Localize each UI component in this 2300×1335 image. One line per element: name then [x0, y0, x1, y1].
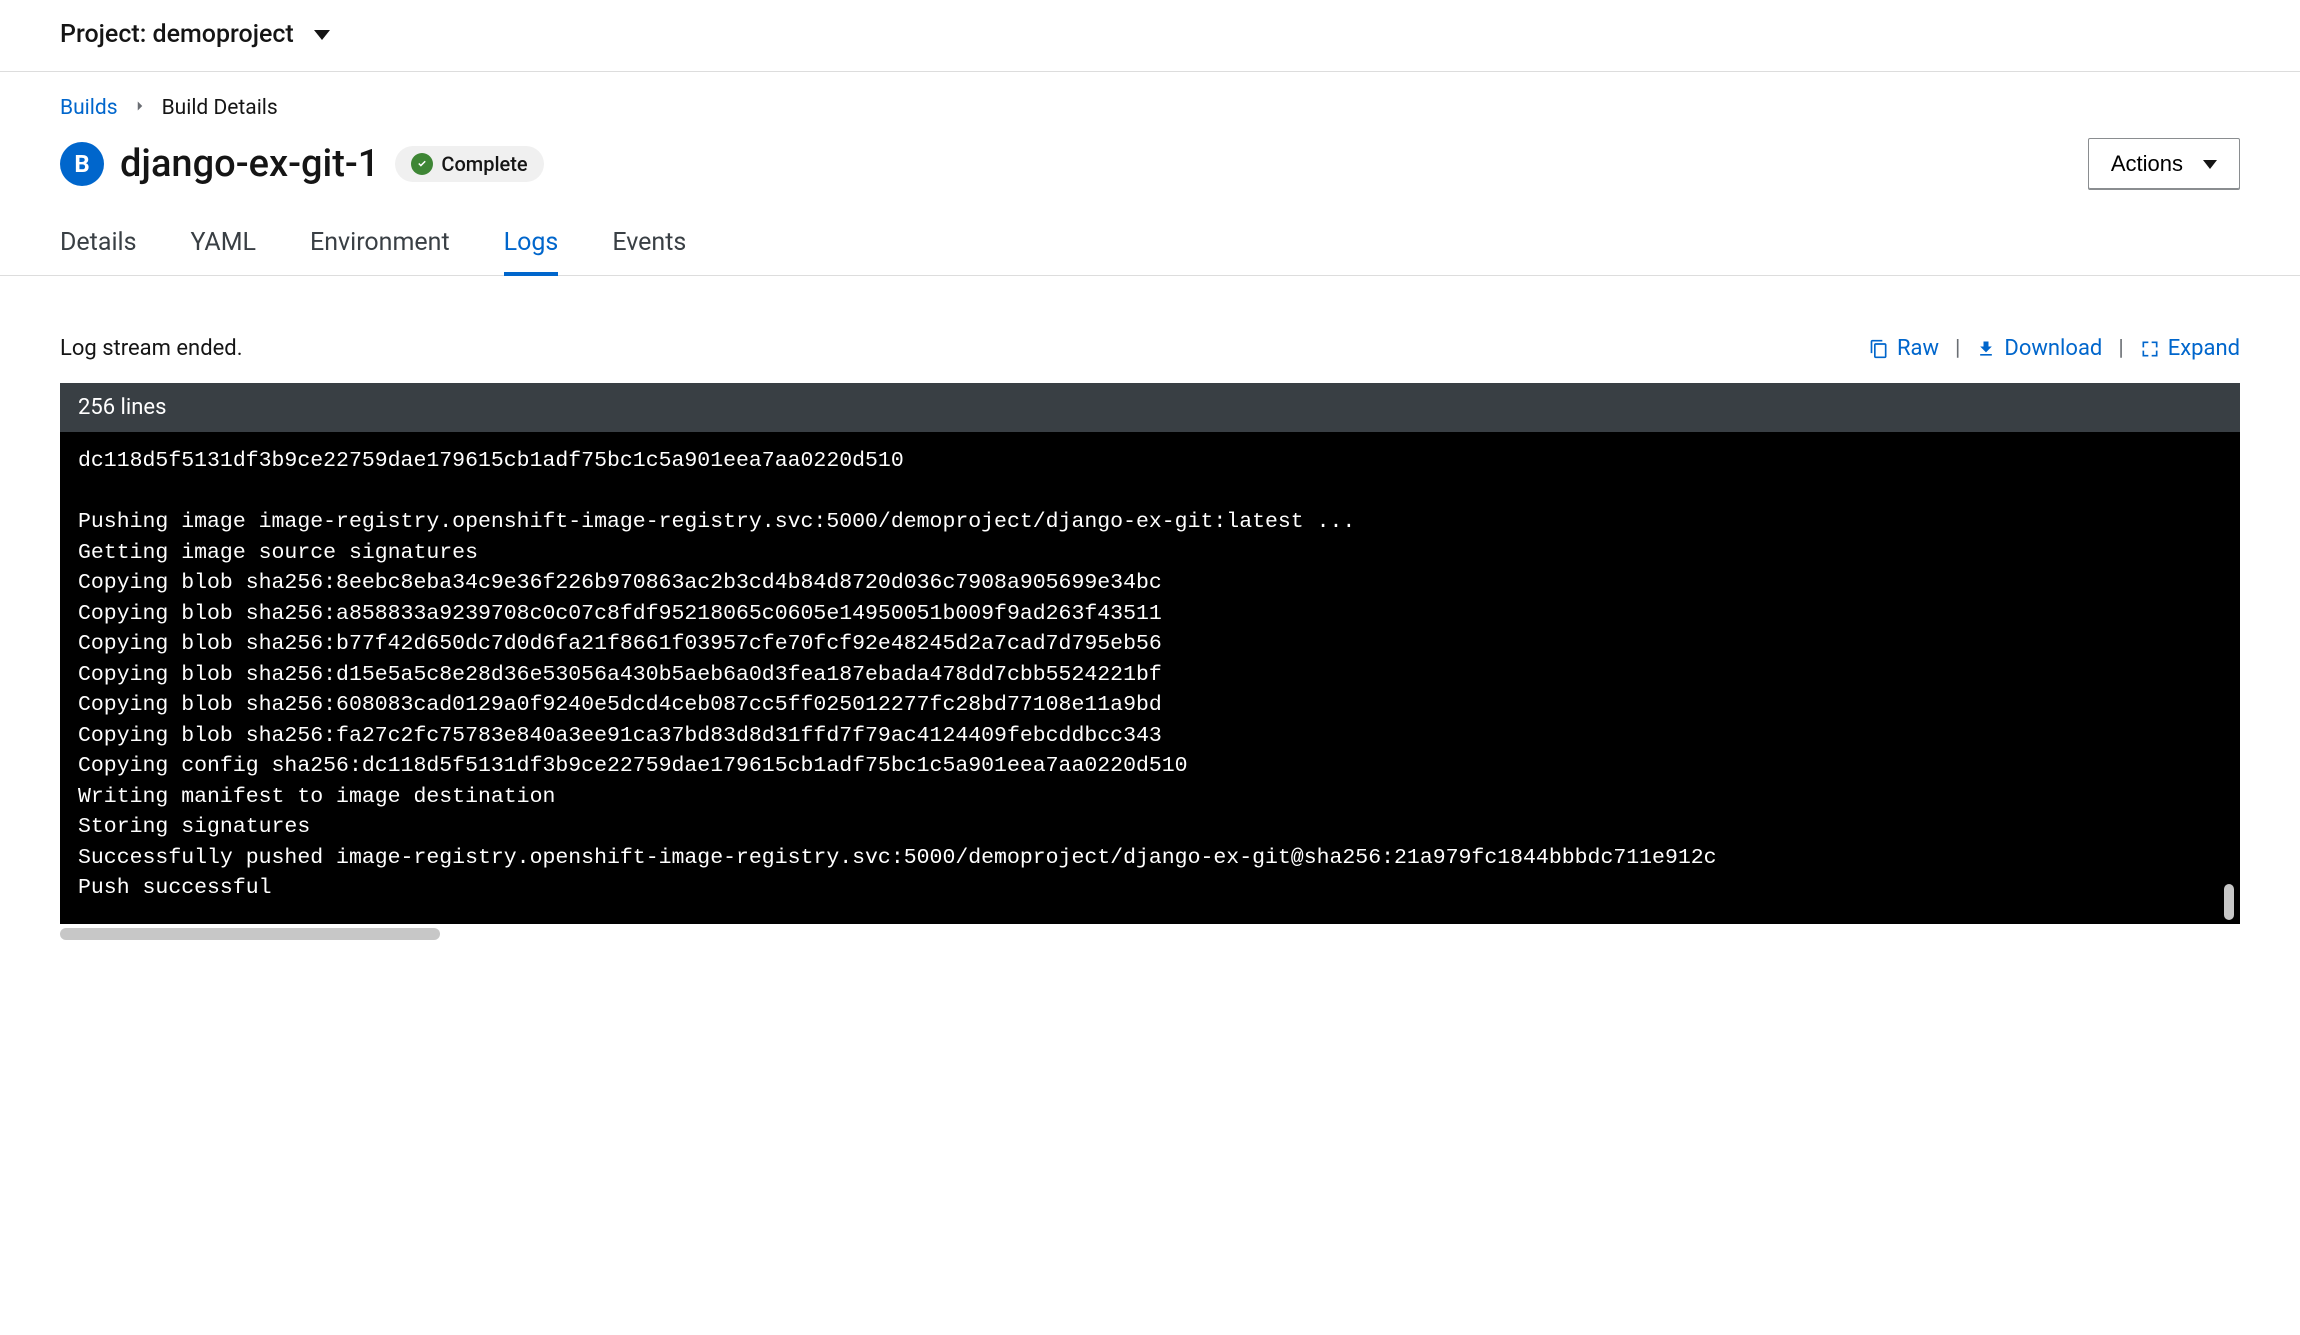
breadcrumb-root[interactable]: Builds [60, 96, 118, 120]
raw-link[interactable]: Raw [1869, 336, 1939, 361]
caret-down-icon [2203, 160, 2217, 169]
log-section: Log stream ended. Raw | Download | Expan… [60, 300, 2240, 942]
caret-down-icon [314, 30, 330, 40]
log-header: Log stream ended. Raw | Download | Expan… [60, 336, 2240, 361]
divider: | [2118, 336, 2123, 361]
copy-icon [1869, 339, 1889, 359]
tab-details[interactable]: Details [60, 218, 137, 275]
project-name: demoproject [153, 20, 294, 49]
status-text: Complete [441, 152, 527, 176]
project-selector[interactable]: Project: demoproject [0, 0, 2300, 72]
status-badge: Complete [395, 146, 543, 182]
tabs: Details YAML Environment Logs Events [60, 218, 2240, 275]
breadcrumb-current: Build Details [162, 96, 278, 120]
check-circle-icon [411, 153, 433, 175]
project-prefix: Project: [60, 20, 146, 49]
log-toolbar: 256 lines [60, 383, 2240, 432]
actions-label: Actions [2111, 151, 2183, 177]
breadcrumb: Builds Build Details [60, 96, 2240, 120]
scrollbar-horizontal[interactable] [60, 928, 2240, 942]
tab-environment[interactable]: Environment [310, 218, 450, 275]
tab-yaml[interactable]: YAML [191, 218, 256, 275]
divider: | [1955, 336, 1960, 361]
log-status: Log stream ended. [60, 336, 243, 361]
download-link[interactable]: Download [1976, 336, 2102, 361]
download-icon [1976, 339, 1996, 359]
page-title: django-ex-git-1 [120, 142, 379, 186]
expand-link[interactable]: Expand [2140, 336, 2240, 361]
tab-logs[interactable]: Logs [504, 218, 559, 275]
chevron-right-icon [134, 100, 146, 116]
build-type-badge: B [60, 142, 104, 186]
log-actions: Raw | Download | Expand [1869, 336, 2240, 361]
tab-events[interactable]: Events [612, 218, 686, 275]
expand-icon [2140, 339, 2160, 359]
title-left: B django-ex-git-1 Complete [60, 142, 544, 186]
log-body[interactable]: dc118d5f5131df3b9ce22759dae179615cb1adf7… [60, 432, 2240, 924]
title-row: B django-ex-git-1 Complete Actions [60, 138, 2240, 190]
scrollbar-vertical[interactable] [2224, 432, 2238, 924]
actions-button[interactable]: Actions [2088, 138, 2240, 190]
